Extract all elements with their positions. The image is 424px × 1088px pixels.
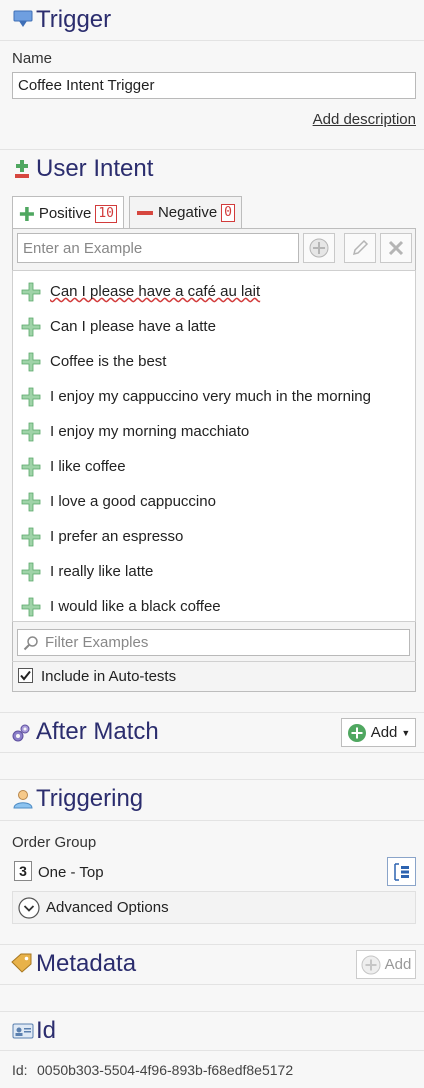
add-circle-icon [309,238,329,258]
name-field[interactable]: Coffee Intent Trigger [12,72,416,99]
plus-icon [21,492,41,511]
list-item[interactable]: I like coffee [13,449,415,484]
divider [0,752,424,753]
list-item[interactable]: I enjoy my cappuccino very much in the m… [13,379,415,414]
list-item[interactable]: I really like latte [13,554,415,589]
example-input-placeholder: Enter an Example [23,239,143,257]
metadata-title: Metadata [36,950,137,977]
list-item[interactable]: Can I please have a café au lait [13,274,415,309]
divider [0,40,424,41]
id-label: Id: [12,1062,28,1078]
list-item[interactable]: Coffee is the best [13,344,415,379]
order-icon [393,862,409,881]
divider [0,944,424,945]
id-value: 0050b303-5504-4f96-893b-f68edf8e5172 [37,1062,294,1078]
example-text: I prefer an espresso [50,528,184,545]
delete-example-button[interactable] [380,233,412,263]
user-icon [12,788,34,810]
divider [12,661,416,662]
id-card-icon [12,1020,34,1042]
list-item[interactable]: I love a good cappuccino [13,484,415,519]
user-intent-title: User Intent [36,155,154,182]
gears-icon [10,722,32,744]
close-icon [388,240,404,256]
tab-positive-label: Positive [38,205,92,222]
plus-icon [21,282,41,301]
metadata-add-button[interactable]: Add [356,950,416,979]
triggering-title: Triggering [36,785,144,812]
tab-negative[interactable]: Negative 0 [129,196,242,228]
pencil-icon [352,239,369,256]
trigger-title: Trigger [36,6,112,33]
example-text: I love a good cappuccino [50,493,216,510]
advanced-options-label: Advanced Options [46,899,169,916]
plus-icon [21,422,41,441]
examples-list: Can I please have a café au lait Can I p… [12,270,416,622]
plus-icon [21,352,41,371]
include-autotests-label: Include in Auto-tests [41,668,177,685]
include-autotests-checkbox[interactable] [18,668,33,683]
example-text: Can I please have a latte [50,318,216,335]
list-item[interactable]: I prefer an espresso [13,519,415,554]
plus-icon [19,206,34,221]
example-text: I really like latte [50,563,154,580]
divider [0,820,424,821]
list-item[interactable]: Can I please have a latte [13,309,415,344]
plus-icon [21,527,41,546]
divider [0,712,424,713]
list-item[interactable]: I would like a black coffee [13,589,415,624]
plus-icon [21,317,41,336]
tab-negative-label: Negative [157,204,218,221]
plus-icon [21,597,41,616]
add-circle-icon [361,955,381,974]
order-badge: 3 [14,861,32,881]
order-group-label: Order Group [12,834,97,851]
example-text: Can I please have a café au lait [50,283,261,300]
id-title: Id [36,1017,57,1044]
example-text: I would like a black coffee [50,598,221,615]
after-match-title: After Match [36,718,159,745]
divider [0,984,424,985]
order-value: One - Top [38,864,104,881]
after-match-add-button[interactable]: Add ▼ [341,718,416,747]
filter-input[interactable]: Filter Examples [17,629,410,656]
trigger-icon [12,8,34,30]
example-text: Coffee is the best [50,353,167,370]
filter-placeholder: Filter Examples [45,634,149,651]
metadata-add-label: Add [384,956,412,973]
divider [0,779,424,780]
positive-count-badge: 10 [95,204,117,223]
list-item[interactable]: I enjoy my morning macchiato [13,414,415,449]
divider [0,1011,424,1012]
edit-example-button[interactable] [344,233,376,263]
example-text: I enjoy my morning macchiato [50,423,250,440]
tag-icon [10,952,32,974]
plus-icon [21,457,41,476]
add-description-link[interactable]: Add description [313,111,416,128]
tab-positive[interactable]: Positive 10 [12,196,124,230]
plus-icon [21,387,41,406]
name-label: Name [12,50,53,67]
checkmark-icon [20,670,31,681]
example-input[interactable]: Enter an Example [17,233,299,263]
divider [0,1050,424,1051]
plus-icon [21,562,41,581]
chevron-down-icon [18,896,40,919]
add-example-button[interactable] [303,233,335,263]
minus-icon [136,210,153,215]
after-match-add-label: Add [370,724,398,741]
add-circle-icon [347,723,366,742]
example-text: I enjoy my cappuccino very much in the m… [50,388,371,405]
order-group-button[interactable] [387,857,416,886]
example-text: I like coffee [50,458,126,475]
negative-count-badge: 0 [221,203,235,222]
user-intent-icon [12,158,34,180]
name-value: Coffee Intent Trigger [18,77,155,94]
divider [0,149,424,150]
search-icon [23,635,38,650]
advanced-options-toggle[interactable]: Advanced Options [12,891,416,924]
chevron-down-icon: ▼ [401,727,411,738]
